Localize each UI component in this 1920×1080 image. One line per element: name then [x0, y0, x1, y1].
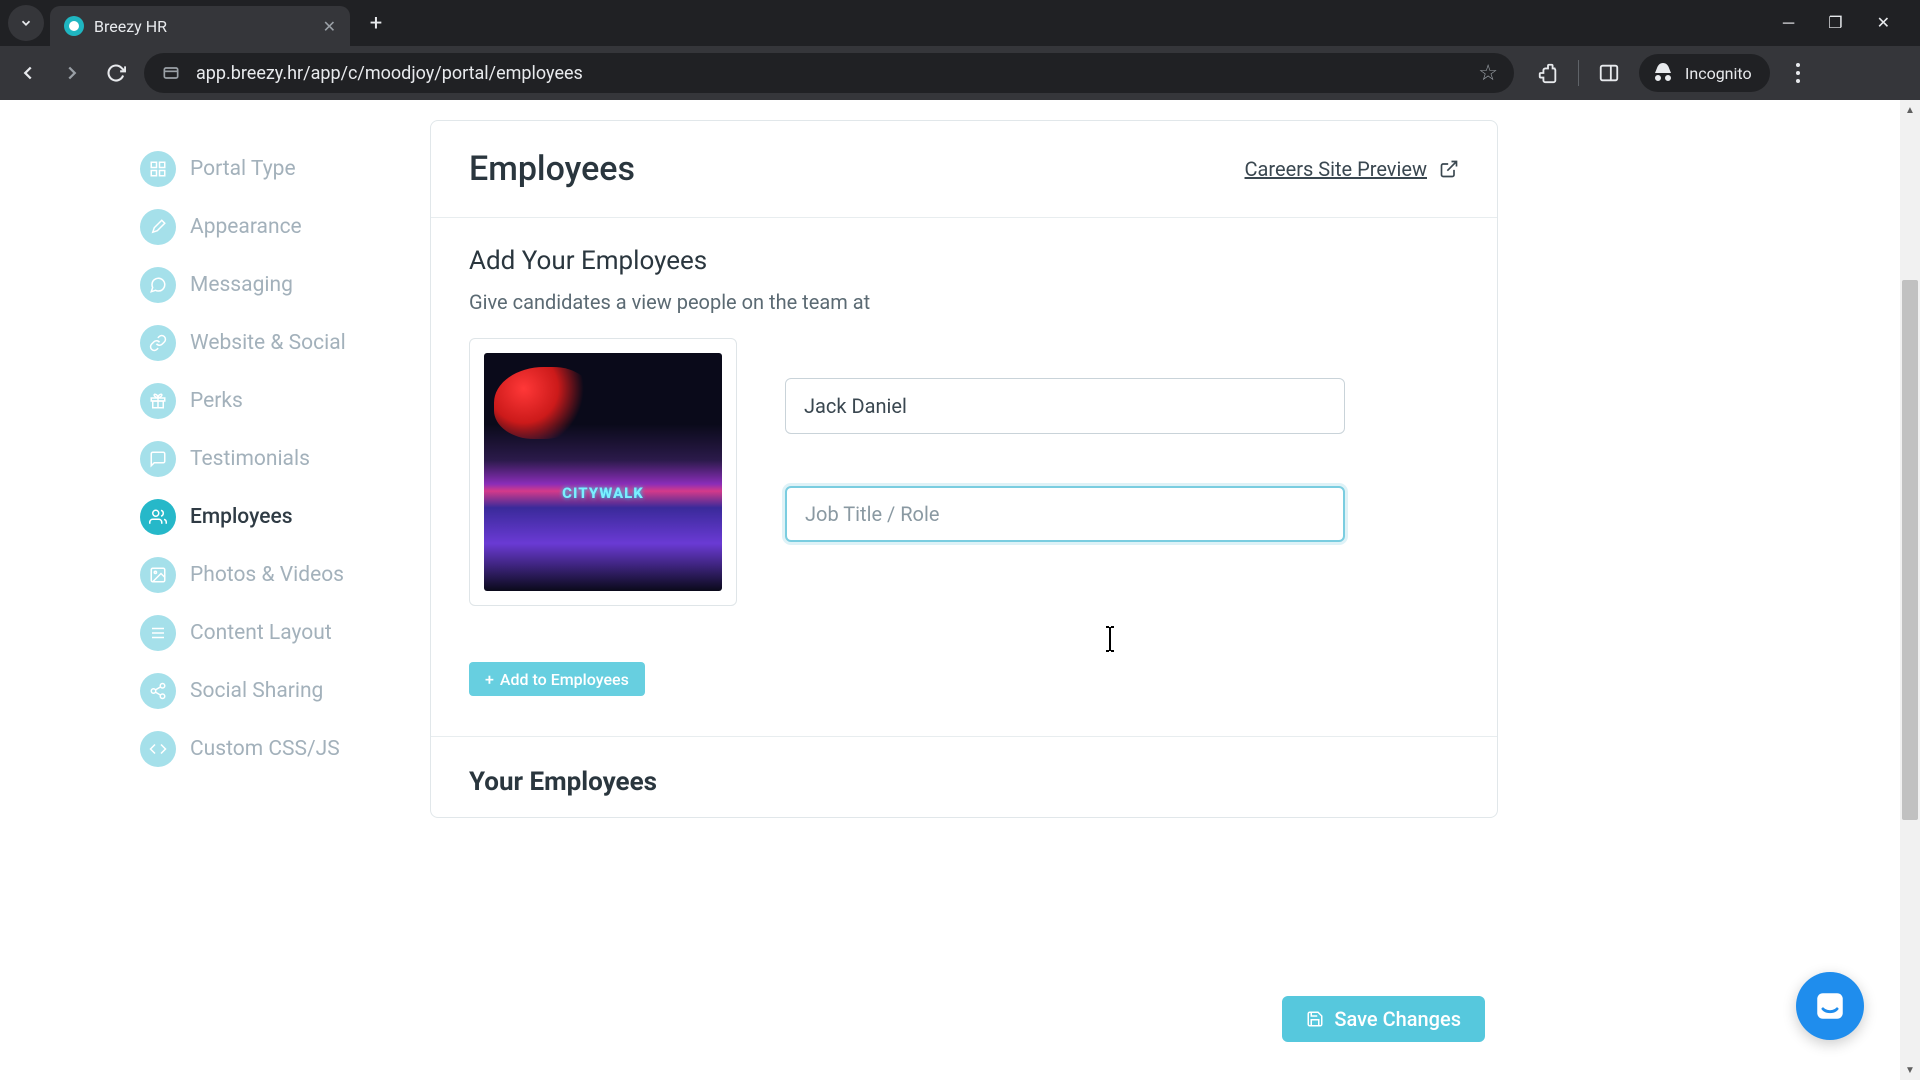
favicon-icon [64, 16, 84, 36]
preview-link-label: Careers Site Preview [1245, 157, 1427, 181]
browser-menu-button[interactable] [1788, 63, 1808, 83]
add-to-employees-button[interactable]: + Add to Employees [469, 662, 645, 696]
employee-photo-upload[interactable] [469, 338, 737, 606]
users-icon [140, 499, 176, 535]
sidebar-item-label: Photos & Videos [190, 563, 344, 587]
code-icon [140, 731, 176, 767]
section-title: Add Your Employees [469, 246, 1459, 276]
incognito-label: Incognito [1685, 64, 1752, 83]
browser-tab[interactable]: Breezy HR ✕ [50, 6, 350, 46]
address-bar[interactable]: app.breezy.hr/app/c/moodjoy/portal/emplo… [144, 53, 1514, 93]
sidebar-item-custom-css-js[interactable]: Custom CSS/JS [140, 720, 430, 778]
sidebar-item-label: Custom CSS/JS [190, 737, 340, 761]
employee-form-row [469, 338, 1459, 606]
sidebar-item-messaging[interactable]: Messaging [140, 256, 430, 314]
scrollbar[interactable]: ▲ ▼ [1900, 100, 1920, 1080]
url-text: app.breezy.hr/app/c/moodjoy/portal/emplo… [196, 63, 1464, 84]
sidebar-item-label: Appearance [190, 215, 302, 239]
tab-close-icon[interactable]: ✕ [323, 17, 336, 36]
quote-icon [140, 441, 176, 477]
save-bar: Save Changes [1282, 996, 1485, 1042]
sidebar-item-label: Employees [190, 505, 293, 529]
close-window-icon[interactable]: ✕ [1877, 13, 1890, 33]
incognito-indicator[interactable]: Incognito [1639, 54, 1770, 92]
sidebar-item-social-sharing[interactable]: Social Sharing [140, 662, 430, 720]
sidebar-item-testimonials[interactable]: Testimonials [140, 430, 430, 488]
sidebar-item-label: Website & Social [190, 331, 346, 355]
tab-strip: Breezy HR ✕ + ─ ❐ ✕ [0, 0, 1920, 46]
sidebar-item-content-layout[interactable]: Content Layout [140, 604, 430, 662]
sidebar-item-appearance[interactable]: Appearance [140, 198, 430, 256]
your-employees-title: Your Employees [431, 736, 1497, 817]
browser-chrome: Breezy HR ✕ + ─ ❐ ✕ app.breezy.hr/app/c/… [0, 0, 1920, 100]
forward-button[interactable] [56, 57, 88, 89]
main-content: Employees Careers Site Preview Add Your … [430, 100, 1920, 1080]
sidebar-item-website-social[interactable]: Website & Social [140, 314, 430, 372]
layout-icon [140, 615, 176, 651]
browser-toolbar: app.breezy.hr/app/c/moodjoy/portal/emplo… [0, 46, 1920, 100]
sidebar-item-label: Content Layout [190, 621, 332, 645]
add-button-label: Add to Employees [500, 670, 629, 689]
sidepanel-icon[interactable] [1597, 61, 1621, 85]
careers-preview-link[interactable]: Careers Site Preview [1245, 157, 1459, 181]
tab-title: Breezy HR [94, 17, 313, 36]
intercom-chat-button[interactable] [1796, 972, 1864, 1040]
plus-icon: + [485, 670, 494, 689]
image-icon [140, 557, 176, 593]
share-icon [140, 673, 176, 709]
chat-icon [140, 267, 176, 303]
maximize-icon[interactable]: ❐ [1828, 13, 1842, 33]
bookmark-star-icon[interactable]: ☆ [1478, 61, 1498, 86]
sidebar-item-label: Messaging [190, 273, 293, 297]
new-tab-button[interactable]: + [360, 7, 392, 39]
scroll-up-arrow[interactable]: ▲ [1900, 100, 1920, 120]
employee-fields [785, 338, 1345, 594]
minimize-icon[interactable]: ─ [1783, 13, 1794, 33]
extensions-area: Incognito [1526, 54, 1818, 92]
page-viewport: Portal Type Appearance Messaging Website… [0, 100, 1920, 1080]
extensions-icon[interactable] [1536, 61, 1560, 85]
save-changes-button[interactable]: Save Changes [1282, 996, 1485, 1042]
add-employees-section: Add Your Employees Give candidates a vie… [431, 218, 1497, 736]
window-controls: ─ ❐ ✕ [1783, 13, 1912, 33]
card-header: Employees Careers Site Preview [431, 121, 1497, 218]
sidebar-item-photos-videos[interactable]: Photos & Videos [140, 546, 430, 604]
sidebar-item-label: Social Sharing [190, 679, 323, 703]
sidebar-item-label: Portal Type [190, 157, 296, 181]
save-icon [1306, 1010, 1324, 1028]
sidebar-item-portal-type[interactable]: Portal Type [140, 140, 430, 198]
employee-name-input[interactable] [785, 378, 1345, 434]
sidebar-item-employees[interactable]: Employees [140, 488, 430, 546]
sidebar-item-perks[interactable]: Perks [140, 372, 430, 430]
grid-icon [140, 151, 176, 187]
settings-sidebar: Portal Type Appearance Messaging Website… [0, 100, 430, 1080]
tab-search-button[interactable] [8, 5, 44, 41]
external-link-icon [1439, 159, 1459, 179]
employee-photo-preview [484, 353, 722, 591]
site-info-icon[interactable] [160, 62, 182, 84]
scroll-down-arrow[interactable]: ▼ [1900, 1060, 1920, 1080]
sidebar-item-label: Testimonials [190, 447, 310, 471]
content-card: Employees Careers Site Preview Add Your … [430, 120, 1498, 818]
reload-button[interactable] [100, 57, 132, 89]
sidebar-item-label: Perks [190, 389, 243, 413]
section-subtitle: Give candidates a view people on the tea… [469, 290, 1459, 314]
link-icon [140, 325, 176, 361]
employee-role-input[interactable] [785, 486, 1345, 542]
gift-icon [140, 383, 176, 419]
brush-icon [140, 209, 176, 245]
page-title: Employees [469, 149, 635, 189]
intercom-icon [1813, 989, 1847, 1023]
scroll-thumb[interactable] [1902, 280, 1918, 820]
toolbar-divider [1578, 60, 1579, 86]
back-button[interactable] [12, 57, 44, 89]
save-button-label: Save Changes [1334, 1007, 1461, 1031]
